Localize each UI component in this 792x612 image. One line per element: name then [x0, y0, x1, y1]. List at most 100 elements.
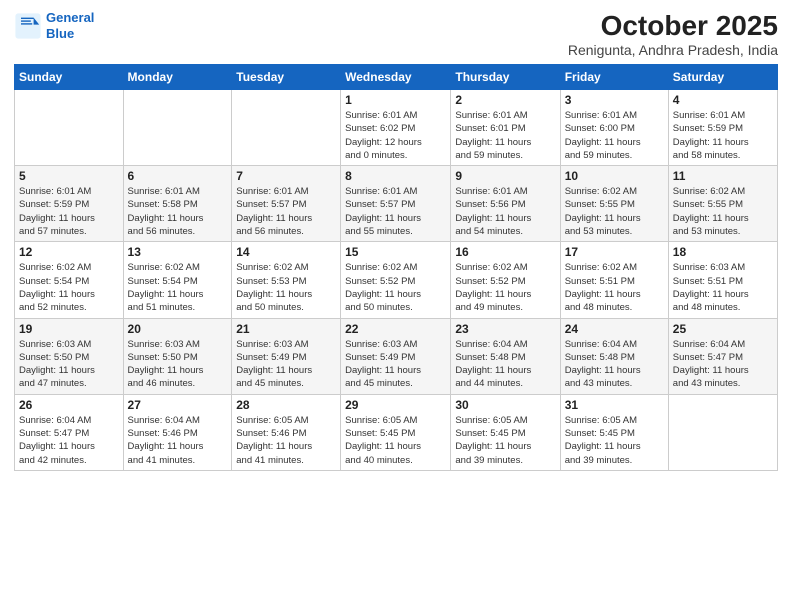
day-info: Sunrise: 6:02 AMSunset: 5:55 PMDaylight:…: [673, 185, 773, 238]
day-number: 13: [128, 245, 228, 259]
cell-w3-d6: 17 Sunrise: 6:02 AMSunset: 5:51 PMDayligh…: [560, 242, 668, 318]
day-info: Sunrise: 6:01 AMSunset: 6:01 PMDaylight:…: [455, 109, 555, 162]
day-number: 23: [455, 322, 555, 336]
header-wednesday: Wednesday: [341, 65, 451, 90]
cell-w4-d7: 25 Sunrise: 6:04 AMSunset: 5:47 PMDayligh…: [668, 318, 777, 394]
day-info: Sunrise: 6:02 AMSunset: 5:52 PMDaylight:…: [345, 261, 446, 314]
day-number: 29: [345, 398, 446, 412]
cell-w3-d7: 18 Sunrise: 6:03 AMSunset: 5:51 PMDayligh…: [668, 242, 777, 318]
day-info: Sunrise: 6:01 AMSunset: 5:59 PMDaylight:…: [673, 109, 773, 162]
cell-w5-d7: [668, 394, 777, 470]
week-row-5: 26Sunrise: 6:04 AMSunset: 5:47 PMDayligh…: [15, 394, 778, 470]
day-number: 5: [19, 169, 119, 183]
day-info: Sunrise: 6:05 AMSunset: 5:45 PMDaylight:…: [565, 414, 664, 467]
day-number: 3: [565, 93, 664, 107]
day-number: 28: [236, 398, 336, 412]
header-sunday: Sunday: [15, 65, 124, 90]
day-number: 14: [236, 245, 336, 259]
day-info: Sunrise: 6:02 AMSunset: 5:53 PMDaylight:…: [236, 261, 336, 314]
cell-w3-d1: 12 Sunrise: 6:02 AMSunset: 5:54 PMDayligh…: [15, 242, 124, 318]
logo-line1: General: [46, 10, 94, 25]
cell-w5-d1: 26Sunrise: 6:04 AMSunset: 5:47 PMDayligh…: [15, 394, 124, 470]
day-info: Sunrise: 6:04 AMSunset: 5:47 PMDaylight:…: [673, 338, 773, 391]
cell-w2-d2: 6Sunrise: 6:01 AMSunset: 5:58 PMDaylight…: [123, 166, 232, 242]
day-info: Sunrise: 6:05 AMSunset: 5:45 PMDaylight:…: [345, 414, 446, 467]
day-number: 20: [128, 322, 228, 336]
cell-w1-d7: 4 Sunrise: 6:01 AMSunset: 5:59 PMDaylight…: [668, 90, 777, 166]
day-info: Sunrise: 6:05 AMSunset: 5:46 PMDaylight:…: [236, 414, 336, 467]
logo-icon: [14, 12, 42, 40]
cell-w3-d2: 13 Sunrise: 6:02 AMSunset: 5:54 PMDayligh…: [123, 242, 232, 318]
page-container: General Blue October 2025 Renigunta, And…: [0, 0, 792, 481]
cell-w5-d2: 27Sunrise: 6:04 AMSunset: 5:46 PMDayligh…: [123, 394, 232, 470]
day-info: Sunrise: 6:01 AMSunset: 5:56 PMDaylight:…: [455, 185, 555, 238]
cell-w5-d3: 28 Sunrise: 6:05 AMSunset: 5:46 PMDayligh…: [232, 394, 341, 470]
day-number: 12: [19, 245, 119, 259]
cell-w1-d1: [15, 90, 124, 166]
day-info: Sunrise: 6:02 AMSunset: 5:54 PMDaylight:…: [19, 261, 119, 314]
header-tuesday: Tuesday: [232, 65, 341, 90]
day-info: Sunrise: 6:04 AMSunset: 5:48 PMDaylight:…: [455, 338, 555, 391]
week-row-1: 1Sunrise: 6:01 AMSunset: 6:02 PMDaylight…: [15, 90, 778, 166]
week-row-3: 12 Sunrise: 6:02 AMSunset: 5:54 PMDayligh…: [15, 242, 778, 318]
cell-w4-d2: 20 Sunrise: 6:03 AMSunset: 5:50 PMDayligh…: [123, 318, 232, 394]
cell-w2-d7: 11 Sunrise: 6:02 AMSunset: 5:55 PMDayligh…: [668, 166, 777, 242]
day-info: Sunrise: 6:02 AMSunset: 5:51 PMDaylight:…: [565, 261, 664, 314]
day-number: 2: [455, 93, 555, 107]
cell-w3-d4: 15 Sunrise: 6:02 AMSunset: 5:52 PMDayligh…: [341, 242, 451, 318]
day-info: Sunrise: 6:03 AMSunset: 5:50 PMDaylight:…: [19, 338, 119, 391]
day-info: Sunrise: 6:01 AMSunset: 5:58 PMDaylight:…: [128, 185, 228, 238]
logo: General Blue: [14, 10, 94, 41]
cell-w4-d3: 21 Sunrise: 6:03 AMSunset: 5:49 PMDayligh…: [232, 318, 341, 394]
day-info: Sunrise: 6:04 AMSunset: 5:48 PMDaylight:…: [565, 338, 664, 391]
day-number: 10: [565, 169, 664, 183]
day-info: Sunrise: 6:02 AMSunset: 5:54 PMDaylight:…: [128, 261, 228, 314]
cell-w1-d4: 1Sunrise: 6:01 AMSunset: 6:02 PMDaylight…: [341, 90, 451, 166]
cell-w4-d4: 22 Sunrise: 6:03 AMSunset: 5:49 PMDayligh…: [341, 318, 451, 394]
day-number: 17: [565, 245, 664, 259]
day-info: Sunrise: 6:03 AMSunset: 5:51 PMDaylight:…: [673, 261, 773, 314]
day-number: 25: [673, 322, 773, 336]
header-thursday: Thursday: [451, 65, 560, 90]
day-info: Sunrise: 6:01 AMSunset: 5:59 PMDaylight:…: [19, 185, 119, 238]
day-number: 8: [345, 169, 446, 183]
day-number: 27: [128, 398, 228, 412]
header-friday: Friday: [560, 65, 668, 90]
location: Renigunta, Andhra Pradesh, India: [568, 42, 778, 58]
days-header-row: Sunday Monday Tuesday Wednesday Thursday…: [15, 65, 778, 90]
day-number: 21: [236, 322, 336, 336]
cell-w3-d3: 14 Sunrise: 6:02 AMSunset: 5:53 PMDayligh…: [232, 242, 341, 318]
day-info: Sunrise: 6:05 AMSunset: 5:45 PMDaylight:…: [455, 414, 555, 467]
cell-w2-d1: 5 Sunrise: 6:01 AMSunset: 5:59 PMDaylight…: [15, 166, 124, 242]
logo-text: General Blue: [46, 10, 94, 41]
day-number: 18: [673, 245, 773, 259]
header-saturday: Saturday: [668, 65, 777, 90]
day-number: 30: [455, 398, 555, 412]
month-title: October 2025: [568, 10, 778, 42]
day-info: Sunrise: 6:03 AMSunset: 5:49 PMDaylight:…: [236, 338, 336, 391]
cell-w4-d6: 24Sunrise: 6:04 AMSunset: 5:48 PMDayligh…: [560, 318, 668, 394]
day-number: 15: [345, 245, 446, 259]
week-row-2: 5 Sunrise: 6:01 AMSunset: 5:59 PMDaylight…: [15, 166, 778, 242]
day-number: 11: [673, 169, 773, 183]
day-info: Sunrise: 6:03 AMSunset: 5:49 PMDaylight:…: [345, 338, 446, 391]
cell-w2-d5: 9Sunrise: 6:01 AMSunset: 5:56 PMDaylight…: [451, 166, 560, 242]
day-info: Sunrise: 6:03 AMSunset: 5:50 PMDaylight:…: [128, 338, 228, 391]
cell-w1-d2: [123, 90, 232, 166]
logo-line2: Blue: [46, 26, 74, 41]
day-number: 22: [345, 322, 446, 336]
cell-w1-d6: 3 Sunrise: 6:01 AMSunset: 6:00 PMDaylight…: [560, 90, 668, 166]
cell-w3-d5: 16Sunrise: 6:02 AMSunset: 5:52 PMDayligh…: [451, 242, 560, 318]
day-info: Sunrise: 6:01 AMSunset: 6:02 PMDaylight:…: [345, 109, 446, 162]
calendar-table: Sunday Monday Tuesday Wednesday Thursday…: [14, 64, 778, 471]
day-number: 16: [455, 245, 555, 259]
cell-w5-d6: 31Sunrise: 6:05 AMSunset: 5:45 PMDayligh…: [560, 394, 668, 470]
cell-w5-d4: 29 Sunrise: 6:05 AMSunset: 5:45 PMDayligh…: [341, 394, 451, 470]
cell-w4-d1: 19Sunrise: 6:03 AMSunset: 5:50 PMDayligh…: [15, 318, 124, 394]
cell-w1-d5: 2 Sunrise: 6:01 AMSunset: 6:01 PMDaylight…: [451, 90, 560, 166]
day-info: Sunrise: 6:04 AMSunset: 5:47 PMDaylight:…: [19, 414, 119, 467]
day-info: Sunrise: 6:01 AMSunset: 6:00 PMDaylight:…: [565, 109, 664, 162]
cell-w2-d6: 10Sunrise: 6:02 AMSunset: 5:55 PMDayligh…: [560, 166, 668, 242]
day-number: 4: [673, 93, 773, 107]
cell-w2-d3: 7Sunrise: 6:01 AMSunset: 5:57 PMDaylight…: [232, 166, 341, 242]
